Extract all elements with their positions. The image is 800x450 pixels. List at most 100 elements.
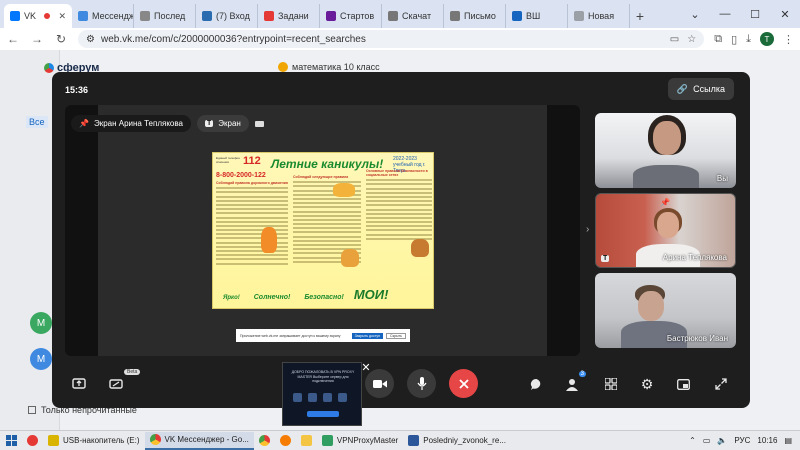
screen-effects-icon (109, 379, 123, 389)
participant-tile-self[interactable]: Вы (595, 113, 736, 188)
tray-chevron-up-icon[interactable]: ⌃ (689, 436, 696, 445)
maximize-icon[interactable]: ☐ (740, 0, 770, 28)
beta-badge: Beta (124, 369, 141, 375)
camera-tab-icon[interactable] (254, 120, 264, 127)
browser-tab[interactable]: Новая (568, 4, 630, 28)
poster-col-head: Соблюдай правила дорожного движения (216, 181, 288, 185)
firefox-taskbar-icon[interactable] (275, 432, 296, 450)
clock[interactable]: 10:16 (757, 436, 777, 445)
toolbar-right: ⧉ ▯ ⤓ Т ⋮ (714, 32, 794, 46)
sidebar-icon[interactable]: ▯ (731, 33, 737, 46)
browser-tab[interactable]: Задани (258, 4, 320, 28)
chat-avatar-icon (278, 62, 288, 72)
stage-letterbox (65, 105, 98, 356)
taskbar-item[interactable]: Posledniy_zvonok_re... (403, 432, 511, 450)
taskbar-item-active[interactable]: VK Мессенджер - Go... (144, 431, 254, 450)
close-icon[interactable]: ✕ (58, 11, 66, 22)
poster-bottom-slogans: Ярко! Солнечно! Безопасно! МОИ! (213, 287, 435, 302)
screen-owner-pill[interactable]: 📌 Экран Арина Теплякова (71, 115, 191, 132)
notice-text: Приложение web.vk.me запрашивает доступ … (240, 333, 341, 338)
reload-icon[interactable]: ↻ (54, 32, 68, 46)
chevron-right-icon[interactable]: › (586, 224, 589, 235)
browser-tab[interactable]: Стартов (320, 4, 382, 28)
stop-sharing-button[interactable]: Закрыть доступ (351, 332, 384, 339)
participant-tile[interactable]: 📌 T Арина Теплякова (595, 193, 736, 268)
screen-share-notice: Приложение web.vk.me запрашивает доступ … (236, 329, 410, 342)
close-window-icon[interactable]: ✕ (770, 0, 800, 28)
share-screen-button[interactable] (64, 371, 94, 397)
input-language[interactable]: РУС (734, 436, 750, 445)
cartoon-kid-icon (411, 239, 429, 257)
participants-button[interactable]: 3 (557, 371, 587, 397)
shared-poster: Единый телефон спасения 112 Летние каник… (212, 152, 434, 309)
background-sidebar (0, 50, 60, 430)
browser-tab[interactable]: Мессендж (72, 4, 134, 28)
extensions-puzzle-icon[interactable]: ⧉ (714, 33, 722, 46)
camera-toggle-button[interactable] (365, 369, 394, 398)
download-icon[interactable]: ⤓ (746, 33, 751, 46)
cast-icon[interactable]: ▭ (670, 34, 679, 45)
folder-taskbar-icon[interactable] (296, 432, 317, 450)
chat-button[interactable] (521, 371, 551, 397)
volume-icon[interactable]: 🔈 (717, 436, 727, 445)
start-button[interactable] (0, 435, 22, 446)
chat-avatar[interactable]: М (30, 348, 52, 370)
taskbar-item[interactable]: VPNProxyMaster (317, 432, 403, 450)
filter-all[interactable]: Все (26, 116, 48, 128)
site-info-icon[interactable]: ⚙ (86, 34, 95, 45)
end-call-button[interactable] (449, 369, 478, 398)
chrome-taskbar-icon[interactable] (254, 432, 275, 450)
picture-in-picture-button[interactable] (668, 371, 698, 397)
chrome-icon (149, 434, 161, 445)
pin-icon: 📌 (660, 198, 670, 207)
tab-favicon-icon (264, 11, 274, 21)
taskbar-label: VPNProxyMaster (336, 436, 399, 445)
address-bar[interactable]: ⚙ web.vk.me/com/c/2000000036?entrypoint=… (78, 30, 705, 48)
poster-col-head: Соблюдай следующие правила (293, 175, 349, 179)
minimize-icon[interactable]: — (710, 0, 740, 28)
browser-tab[interactable]: Послед (134, 4, 196, 28)
browser-tab[interactable]: (7) Вход (196, 4, 258, 28)
fullscreen-button[interactable] (706, 371, 736, 397)
taskbar-item[interactable]: USB-накопитель (E:) (43, 432, 145, 450)
poster-col-head: Основные правила безопасности в социальн… (366, 169, 428, 177)
poster-emergency-number: 112 (243, 155, 261, 167)
settings-button[interactable]: ⚙ (632, 371, 662, 397)
browser-tab[interactable]: Письмо (444, 4, 506, 28)
browser-tab[interactable]: ВШ (506, 4, 568, 28)
tab-favicon-icon (388, 11, 398, 21)
copy-link-button[interactable]: 🔗 Ссылка (667, 78, 734, 100)
participant-tile[interactable]: Бастрюков Иван (595, 273, 736, 348)
network-icon[interactable]: ▭ (703, 436, 711, 445)
profile-avatar[interactable]: Т (760, 32, 774, 46)
browser-tab[interactable]: Скачат (382, 4, 444, 28)
poster-phone: 8-800-2000-122 (216, 172, 266, 179)
vpn-preview-thumbnail[interactable]: ✕ ДОБРО ПОЖАЛОВАТЬ В VPN PROXY MASTER Вы… (282, 362, 371, 426)
notifications-icon[interactable]: ▤ (784, 436, 792, 445)
opera-taskbar-icon[interactable] (22, 432, 43, 450)
tab-search-chevron-icon[interactable]: ⌄ (680, 0, 710, 28)
participant-video (657, 212, 679, 238)
bookmark-star-icon[interactable]: ☆ (687, 34, 696, 45)
tab-favicon-icon (78, 11, 88, 21)
hide-notice-button[interactable]: Скрыть (386, 332, 406, 339)
checkbox[interactable] (28, 406, 36, 414)
tab-label: ВШ (526, 11, 541, 21)
tab-label: Новая (588, 11, 615, 21)
forward-arrow-icon[interactable]: → (30, 32, 44, 46)
usb-drive-icon (48, 435, 59, 446)
cartoon-kid-icon (333, 183, 355, 197)
chat-avatar[interactable]: М (30, 312, 52, 334)
grid-view-button[interactable] (596, 371, 626, 397)
new-tab-plus-icon[interactable]: + (630, 4, 650, 28)
word-document-icon (408, 435, 420, 446)
vpn-app-icon (321, 435, 333, 446)
screen-tab[interactable]: T Экран (196, 115, 249, 132)
screen-tab-label: Экран (218, 119, 241, 128)
menu-kebab-icon[interactable]: ⋮ (783, 33, 794, 46)
microphone-toggle-button[interactable] (407, 369, 436, 398)
camera-icon (372, 379, 387, 388)
back-arrow-icon[interactable]: ← (6, 32, 20, 46)
screen-share-stage: 📌 Экран Арина Теплякова T Экран Единый т… (65, 105, 580, 356)
browser-tab-vk[interactable]: VK ✕ (4, 4, 72, 28)
